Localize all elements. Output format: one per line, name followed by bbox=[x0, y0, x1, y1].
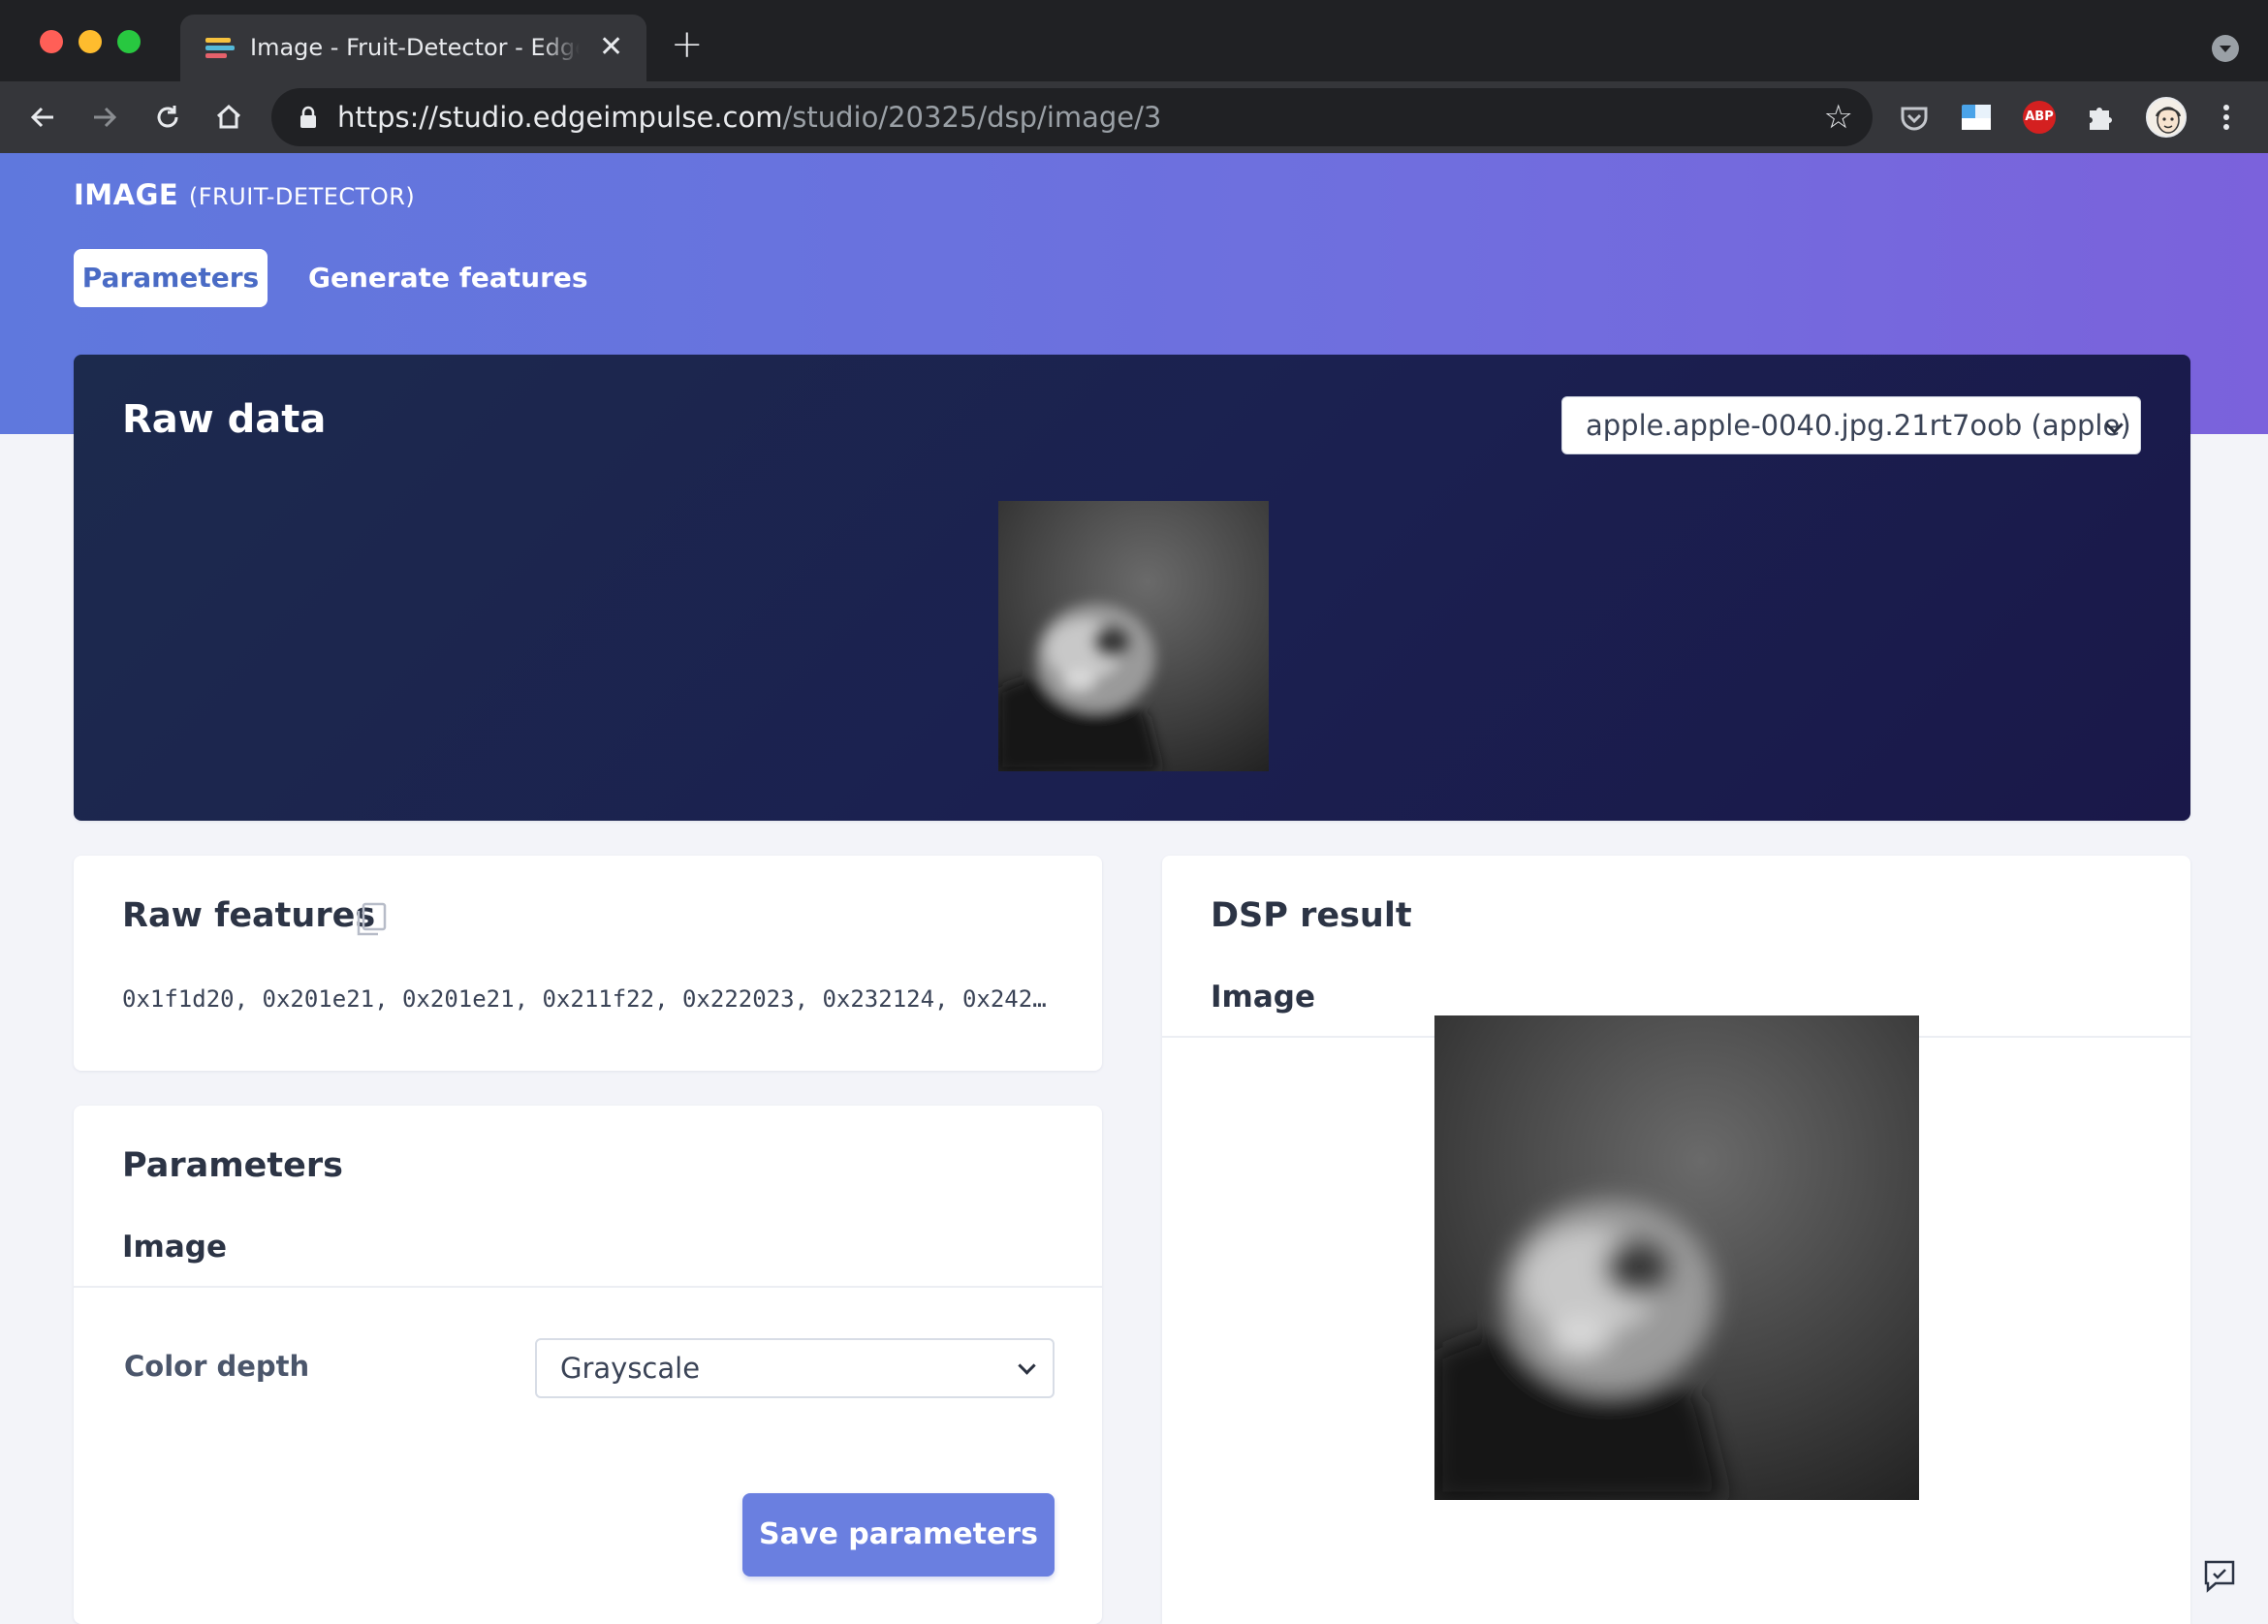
studio-page: IMAGE (FRUIT-DETECTOR) Parameters Genera… bbox=[0, 153, 2268, 1624]
dsp-result-card: DSP result Image bbox=[1162, 856, 2190, 1624]
parameters-title: Parameters bbox=[122, 1146, 343, 1185]
address-bar[interactable]: https://studio.edgeimpulse.com/studio/20… bbox=[271, 88, 1873, 146]
raw-features-card: Raw features 0x1f1d20, 0x201e21, 0x201e2… bbox=[74, 856, 1102, 1071]
block-name: IMAGE bbox=[74, 178, 179, 211]
profile-avatar-icon[interactable] bbox=[2146, 97, 2187, 138]
dsp-section-image: Image bbox=[1211, 980, 1315, 1015]
pocket-icon[interactable] bbox=[1898, 101, 1931, 134]
url-host: https://studio.edgeimpulse.com bbox=[337, 101, 783, 134]
url-path: /studio/20325/dsp/image/3 bbox=[782, 101, 1162, 134]
project-name: (FRUIT-DETECTOR) bbox=[188, 183, 416, 210]
color-depth-label: Color depth bbox=[124, 1350, 310, 1383]
parameters-section-image: Image bbox=[122, 1230, 227, 1265]
section-divider bbox=[74, 1286, 1102, 1288]
new-tab-button[interactable]: + bbox=[671, 25, 704, 64]
tab-title: Image - Fruit-Detector - Edge Impulse bbox=[250, 32, 580, 63]
sample-select[interactable]: apple.apple-0040.jpg.21rt7oob (apple) bbox=[1561, 396, 2141, 454]
tab-parameters[interactable]: Parameters bbox=[74, 249, 268, 307]
raw-sample-image bbox=[998, 501, 1269, 771]
window-close-button[interactable] bbox=[40, 30, 63, 53]
color-depth-select[interactable]: Grayscale bbox=[535, 1338, 1055, 1398]
parameters-card: Parameters Image Color depth Grayscale S… bbox=[74, 1106, 1102, 1624]
sample-select-value: apple.apple-0040.jpg.21rt7oob (apple) bbox=[1586, 409, 2131, 442]
tab-search-icon[interactable] bbox=[2212, 35, 2239, 62]
adblock-plus-icon[interactable]: ABP bbox=[2023, 101, 2056, 134]
tab-generate-features[interactable]: Generate features bbox=[291, 249, 606, 307]
raw-features-values: 0x1f1d20, 0x201e21, 0x201e21, 0x211f22, … bbox=[122, 985, 1047, 1013]
browser-tab-strip: Image - Fruit-Detector - Edge Impulse ✕ … bbox=[0, 0, 2268, 81]
save-parameters-button[interactable]: Save parameters bbox=[742, 1493, 1055, 1577]
screenshot-icon[interactable] bbox=[1960, 101, 1993, 134]
reload-icon[interactable] bbox=[145, 95, 190, 140]
block-title: IMAGE (FRUIT-DETECTOR) bbox=[74, 178, 415, 211]
bookmark-star-icon[interactable]: ☆ bbox=[1824, 100, 1853, 135]
raw-data-title: Raw data bbox=[122, 397, 327, 442]
chevron-down-icon bbox=[1018, 1357, 1036, 1375]
lock-icon bbox=[300, 106, 316, 128]
dsp-result-title: DSP result bbox=[1211, 896, 1412, 935]
window-zoom-button[interactable] bbox=[117, 30, 141, 53]
url-text: https://studio.edgeimpulse.com/studio/20… bbox=[337, 100, 1161, 135]
home-icon[interactable] bbox=[206, 95, 251, 140]
forward-arrow-icon[interactable] bbox=[82, 95, 127, 140]
browser-menu-icon[interactable] bbox=[2204, 95, 2249, 140]
raw-data-card: Raw data apple.apple-0040.jpg.21rt7oob (… bbox=[74, 355, 2190, 821]
window-minimize-button[interactable] bbox=[79, 30, 102, 53]
dsp-result-image bbox=[1434, 1015, 1919, 1500]
raw-features-title: Raw features bbox=[122, 896, 376, 935]
browser-tab-active[interactable]: Image - Fruit-Detector - Edge Impulse ✕ bbox=[180, 15, 646, 81]
edge-impulse-favicon-icon bbox=[205, 38, 235, 61]
feedback-icon[interactable] bbox=[2200, 1556, 2239, 1595]
back-arrow-icon[interactable] bbox=[20, 95, 65, 140]
copy-icon[interactable] bbox=[355, 902, 388, 937]
tab-close-icon[interactable]: ✕ bbox=[599, 31, 623, 64]
color-depth-value: Grayscale bbox=[560, 1352, 701, 1385]
puzzle-icon[interactable] bbox=[2084, 101, 2117, 134]
